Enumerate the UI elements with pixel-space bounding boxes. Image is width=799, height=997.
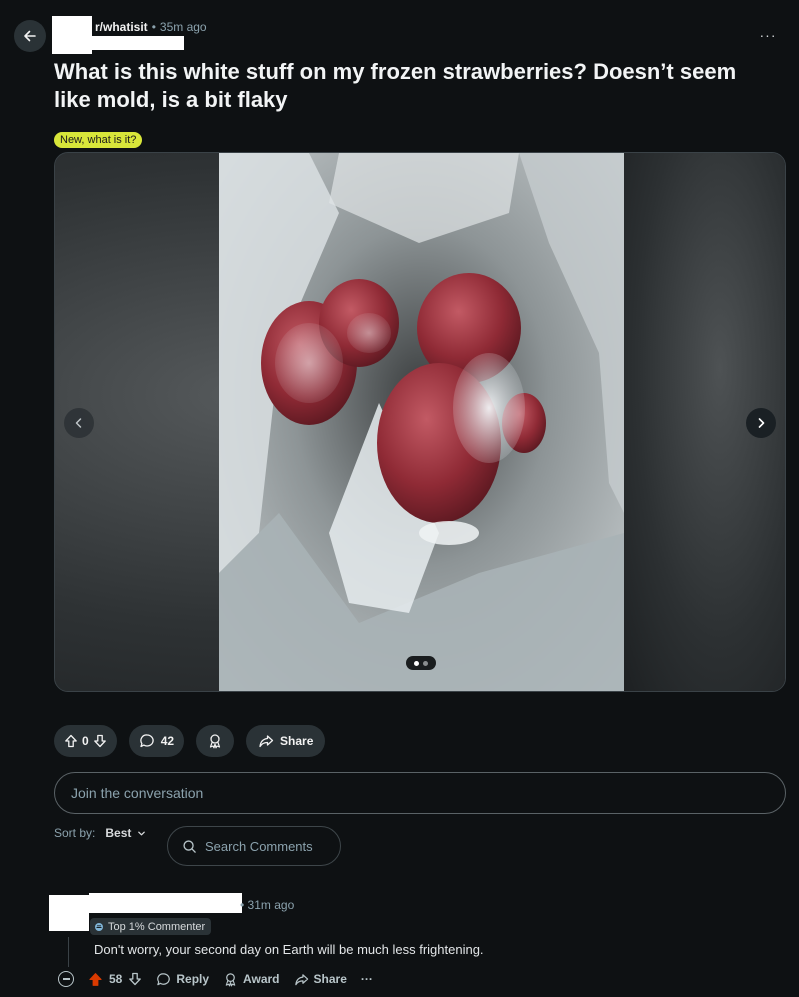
author-avatar-redacted xyxy=(52,16,92,54)
sort-bar: Sort by: Best xyxy=(54,826,146,840)
comments-button[interactable]: 42 xyxy=(128,725,185,757)
comment-score: 58 xyxy=(109,972,123,986)
gallery-pagination-dots xyxy=(406,656,436,670)
search-comments-input[interactable]: Search Comments xyxy=(167,826,341,866)
magnifier-icon xyxy=(183,839,196,853)
chevron-right-icon xyxy=(758,418,765,428)
top-commenter-badge: Top 1% Commenter xyxy=(90,918,212,935)
award-label: Award xyxy=(243,972,280,986)
sort-label: Sort by: xyxy=(54,826,96,840)
post-score: 0 xyxy=(82,734,89,748)
comment-action-bar: 58 Reply Award Share ··· xyxy=(58,971,373,987)
comment-thread-line[interactable] xyxy=(68,937,69,967)
award-ribbon-icon xyxy=(209,734,221,749)
gallery-dot-2[interactable] xyxy=(423,660,428,666)
reply-label: Reply xyxy=(176,972,210,986)
share-label: Share xyxy=(280,734,314,748)
vote-control: 0 xyxy=(54,725,117,757)
search-comments-placeholder: Search Comments xyxy=(205,838,313,854)
subreddit-link[interactable]: r/whatisit xyxy=(95,20,148,34)
post-image-strawberries[interactable] xyxy=(219,153,624,691)
share-arrow-icon xyxy=(259,735,274,748)
post-time: 35m ago xyxy=(159,20,207,34)
strawberries-photo-illustration xyxy=(219,153,624,691)
back-button[interactable] xyxy=(14,20,46,52)
comment-award-button[interactable]: Award xyxy=(223,972,280,987)
gallery-dot-1[interactable] xyxy=(414,660,419,666)
comment-reply-button[interactable]: Reply xyxy=(156,972,209,987)
post-title: What is this white stuff on my frozen st… xyxy=(54,59,737,112)
share-button[interactable]: Share xyxy=(246,725,326,757)
badge-label: Top 1% Commenter xyxy=(108,920,206,933)
commenter-name-redacted xyxy=(89,893,242,913)
arrow-left-icon xyxy=(24,30,36,42)
post-flair[interactable]: New, what is it? xyxy=(54,132,143,148)
comment-count: 42 xyxy=(160,734,175,748)
comment-share-label: Share xyxy=(313,972,347,986)
arrow-down-icon[interactable] xyxy=(128,972,142,986)
commenter-avatar-redacted xyxy=(49,895,89,931)
chevron-down-icon xyxy=(138,831,146,835)
speech-bubble-icon xyxy=(139,734,154,748)
arrow-up-icon[interactable] xyxy=(64,734,78,748)
arrow-up-icon[interactable] xyxy=(88,972,103,987)
join-conversation-placeholder: Join the conversation xyxy=(71,785,204,801)
chevron-left-icon xyxy=(75,418,82,428)
gallery-prev-button[interactable] xyxy=(64,408,94,438)
sort-dropdown[interactable]: Best xyxy=(105,826,146,840)
post-meta: r/whatisit • 35m ago xyxy=(95,20,207,34)
minus-circle-icon[interactable] xyxy=(58,971,74,987)
share-arrow-icon xyxy=(294,973,308,985)
comment-time: • 31m ago xyxy=(240,898,295,912)
meta-separator: • xyxy=(151,20,156,34)
badge-icon xyxy=(95,922,103,931)
image-gallery[interactable] xyxy=(54,152,786,692)
award-ribbon-icon xyxy=(225,972,236,986)
join-conversation-input[interactable]: Join the conversation xyxy=(54,772,786,814)
comment-vote-control: 58 xyxy=(88,972,142,987)
award-button[interactable] xyxy=(196,725,235,757)
speech-bubble-icon xyxy=(157,972,171,985)
author-name-redacted xyxy=(92,36,184,50)
comment-time-value: 31m ago xyxy=(247,898,295,912)
arrow-down-icon[interactable] xyxy=(93,734,107,748)
comment-body: Don't worry, your second day on Earth wi… xyxy=(94,942,484,957)
post-more-button[interactable]: ··· xyxy=(755,22,781,48)
gallery-next-button[interactable] xyxy=(746,408,776,438)
sort-value: Best xyxy=(105,826,132,840)
comment-more-button[interactable]: ··· xyxy=(361,972,373,986)
post-action-bar: 0 42 Share xyxy=(54,725,326,757)
comment-share-button[interactable]: Share xyxy=(294,972,347,987)
